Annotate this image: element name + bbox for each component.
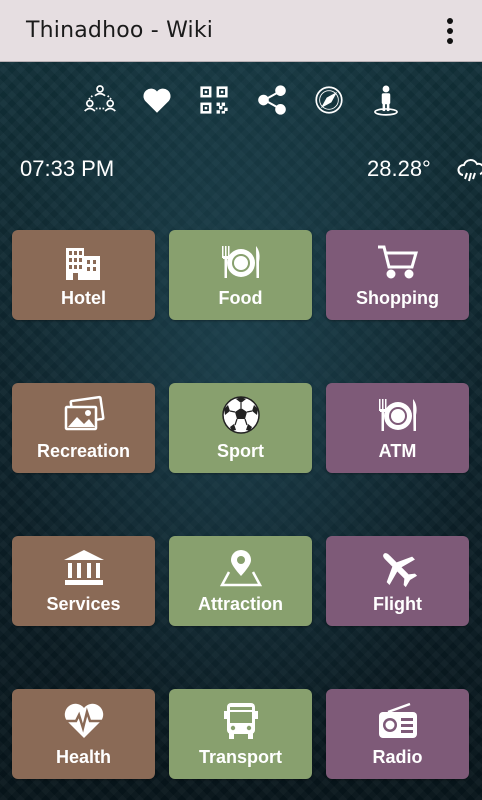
tile-attraction[interactable]: Attraction xyxy=(169,536,312,626)
share-icon[interactable] xyxy=(250,78,294,122)
soccer-ball-icon xyxy=(218,395,264,435)
qr-code-icon[interactable] xyxy=(192,78,236,122)
tile-food[interactable]: Food xyxy=(169,230,312,320)
tile-label: Food xyxy=(218,288,263,308)
map-pin-icon xyxy=(218,548,264,588)
bus-icon xyxy=(218,701,264,741)
temperature: 28.28° xyxy=(367,156,431,181)
tile-health[interactable]: Health xyxy=(12,689,155,779)
tile-label: Sport xyxy=(217,441,264,461)
main-content: 07:33 PM 28.28° Hotel Food Shopping Recr… xyxy=(0,62,482,800)
tile-atm[interactable]: ATM xyxy=(326,383,469,473)
tile-hotel[interactable]: Hotel xyxy=(12,230,155,320)
tile-label: Flight xyxy=(373,594,422,614)
people-network-icon[interactable] xyxy=(78,78,122,122)
airplane-icon xyxy=(375,548,421,588)
app-title: Thinadhoo - Wiki xyxy=(26,18,214,43)
tile-label: ATM xyxy=(378,441,417,461)
tile-label: Attraction xyxy=(198,594,283,614)
plate-cutlery-icon xyxy=(375,395,421,435)
plate-cutlery-icon xyxy=(218,242,264,282)
tile-label: Health xyxy=(55,747,111,767)
tile-recreation[interactable]: Recreation xyxy=(12,383,155,473)
tile-label: Transport xyxy=(198,747,282,767)
heart-pulse-icon xyxy=(61,701,107,741)
person-location-icon[interactable] xyxy=(364,78,408,122)
app-bar: Thinadhoo - Wiki xyxy=(0,0,482,62)
tile-label: Recreation xyxy=(36,441,131,461)
tile-flight[interactable]: Flight xyxy=(326,536,469,626)
bank-icon xyxy=(61,548,107,588)
clock-time: 07:33 PM xyxy=(20,156,115,181)
tile-label: Services xyxy=(46,594,121,614)
tile-transport[interactable]: Transport xyxy=(169,689,312,779)
tile-shopping[interactable]: Shopping xyxy=(326,230,469,320)
compass-icon[interactable] xyxy=(307,78,351,122)
status-row: 07:33 PM 28.28° xyxy=(20,156,482,186)
tile-radio[interactable]: Radio xyxy=(326,689,469,779)
overflow-menu-icon[interactable] xyxy=(438,15,462,47)
heart-icon[interactable] xyxy=(135,78,179,122)
tile-label: Shopping xyxy=(356,288,439,308)
building-icon xyxy=(61,242,107,282)
tile-services[interactable]: Services xyxy=(12,536,155,626)
radio-icon xyxy=(375,701,421,741)
cart-icon xyxy=(375,242,421,282)
pictures-icon xyxy=(61,395,107,435)
icon-toolbar xyxy=(78,78,408,122)
tile-label: Hotel xyxy=(61,288,106,308)
rain-cloud-icon xyxy=(456,156,482,186)
tile-label: Radio xyxy=(372,747,423,767)
tile-sport[interactable]: Sport xyxy=(169,383,312,473)
